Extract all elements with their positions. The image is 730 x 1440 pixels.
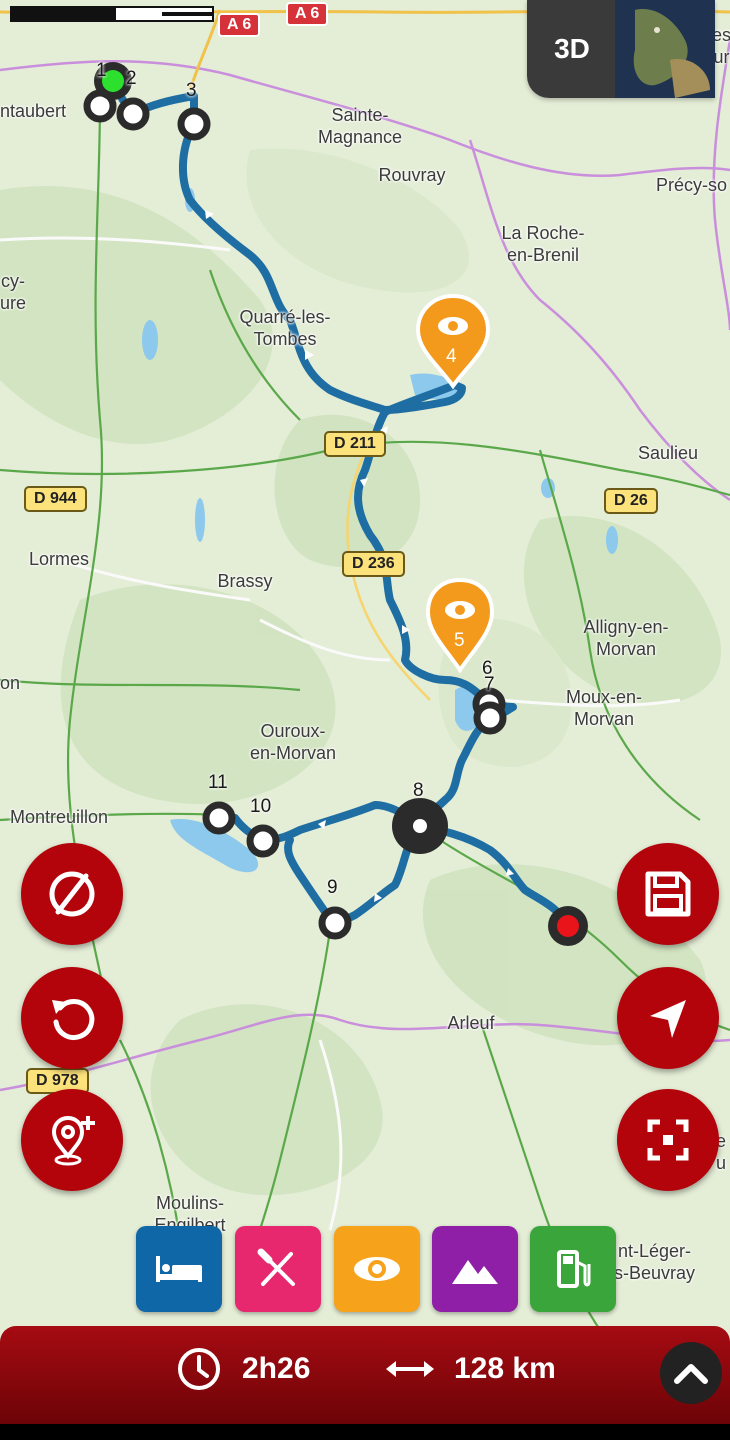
place-label: Moux-en- Morvan: [565, 687, 643, 729]
place-label: on: [0, 673, 21, 693]
poi-number-4: 4: [446, 346, 457, 367]
waypoint-label: 1: [96, 60, 107, 81]
route-summary-bar[interactable]: [0, 1326, 730, 1424]
add-location-icon: [51, 1115, 95, 1166]
mountain-icon: [452, 1260, 498, 1284]
clock-icon: [178, 1348, 220, 1390]
place-label: Saulieu: [637, 443, 699, 463]
waypoint-label: 10: [250, 796, 272, 817]
waypoint-label: 11: [208, 772, 228, 793]
focus-icon: [647, 1119, 689, 1161]
no-entry-icon: [49, 871, 95, 917]
satellite-thumbnail[interactable]: [615, 0, 715, 98]
waypoint-marker: [202, 801, 236, 835]
waypoint-label: 7: [484, 674, 495, 695]
road-label: D 211: [324, 431, 386, 457]
waypoint-label: 2: [126, 68, 137, 89]
place-label: Arleuf: [447, 1013, 495, 1033]
place-label: Alligny-en- Morvan: [583, 617, 669, 659]
undo-button[interactable]: [21, 967, 123, 1069]
view-toggle[interactable]: 3D: [527, 0, 715, 98]
save-button[interactable]: [617, 843, 719, 945]
expand-panel-button[interactable]: [660, 1342, 722, 1404]
category-hotel[interactable]: [136, 1226, 222, 1312]
route-distance: 128 km: [454, 1352, 556, 1385]
road-label: D 944: [24, 486, 87, 512]
road-label: D 236: [342, 551, 405, 577]
category-fuel[interactable]: [530, 1226, 616, 1312]
waypoint-label: 9: [327, 877, 338, 898]
route-duration: 2h26: [242, 1352, 311, 1385]
road-label: D 26: [604, 488, 658, 514]
place-label: Lormes: [28, 549, 90, 569]
navigate-button[interactable]: [617, 967, 719, 1069]
floppy-disk-icon: [645, 871, 691, 917]
category-restaurant[interactable]: [235, 1226, 321, 1312]
waypoint-marker: [116, 97, 150, 131]
waypoint-label: 8: [413, 780, 424, 801]
place-label: Rouvray: [378, 165, 446, 185]
scale-bar: [10, 6, 214, 22]
place-label: cy- ure: [0, 271, 27, 313]
waypoint-marker: [473, 701, 507, 735]
poi-number-5: 5: [454, 630, 465, 651]
place-label: Sainte- Magnance: [317, 105, 403, 147]
motorway-label: A 6: [218, 13, 261, 37]
hide-route-button[interactable]: [21, 843, 123, 945]
system-nav-bar: [0, 1424, 730, 1440]
motorway-label: A 6: [286, 2, 329, 26]
category-sightseeing[interactable]: [334, 1226, 420, 1312]
place-label: Précy-so: [656, 175, 728, 195]
place-label: Ouroux- en-Morvan: [249, 721, 337, 763]
recenter-button[interactable]: [617, 1089, 719, 1191]
eye-icon: [354, 1257, 400, 1281]
3d-toggle-button[interactable]: 3D: [527, 0, 617, 98]
place-label: La Roche- en-Brenil: [501, 223, 585, 265]
place-label: Montreuillon: [10, 807, 109, 827]
navigation-arrow-icon: [650, 1000, 686, 1038]
place-label: Quarré-les- Tombes: [239, 307, 331, 349]
waypoint-label: 3: [186, 80, 197, 101]
undo-icon: [52, 999, 95, 1040]
bed-icon: [156, 1256, 202, 1282]
cutlery-icon: [257, 1248, 295, 1286]
place-label: ntaubert: [0, 101, 67, 121]
place-label: nt-Léger- s-Beuvray: [614, 1241, 696, 1283]
waypoint-marker: [177, 107, 211, 141]
distance-arrows-icon: [386, 1361, 434, 1377]
category-mountain[interactable]: [432, 1226, 518, 1312]
chevron-up-icon: [674, 1364, 708, 1384]
waypoint-marker: [246, 824, 280, 858]
fuel-icon: [557, 1250, 591, 1288]
add-waypoint-button[interactable]: [21, 1089, 123, 1191]
waypoint-marker: [318, 906, 352, 940]
place-label: Brassy: [217, 571, 273, 591]
